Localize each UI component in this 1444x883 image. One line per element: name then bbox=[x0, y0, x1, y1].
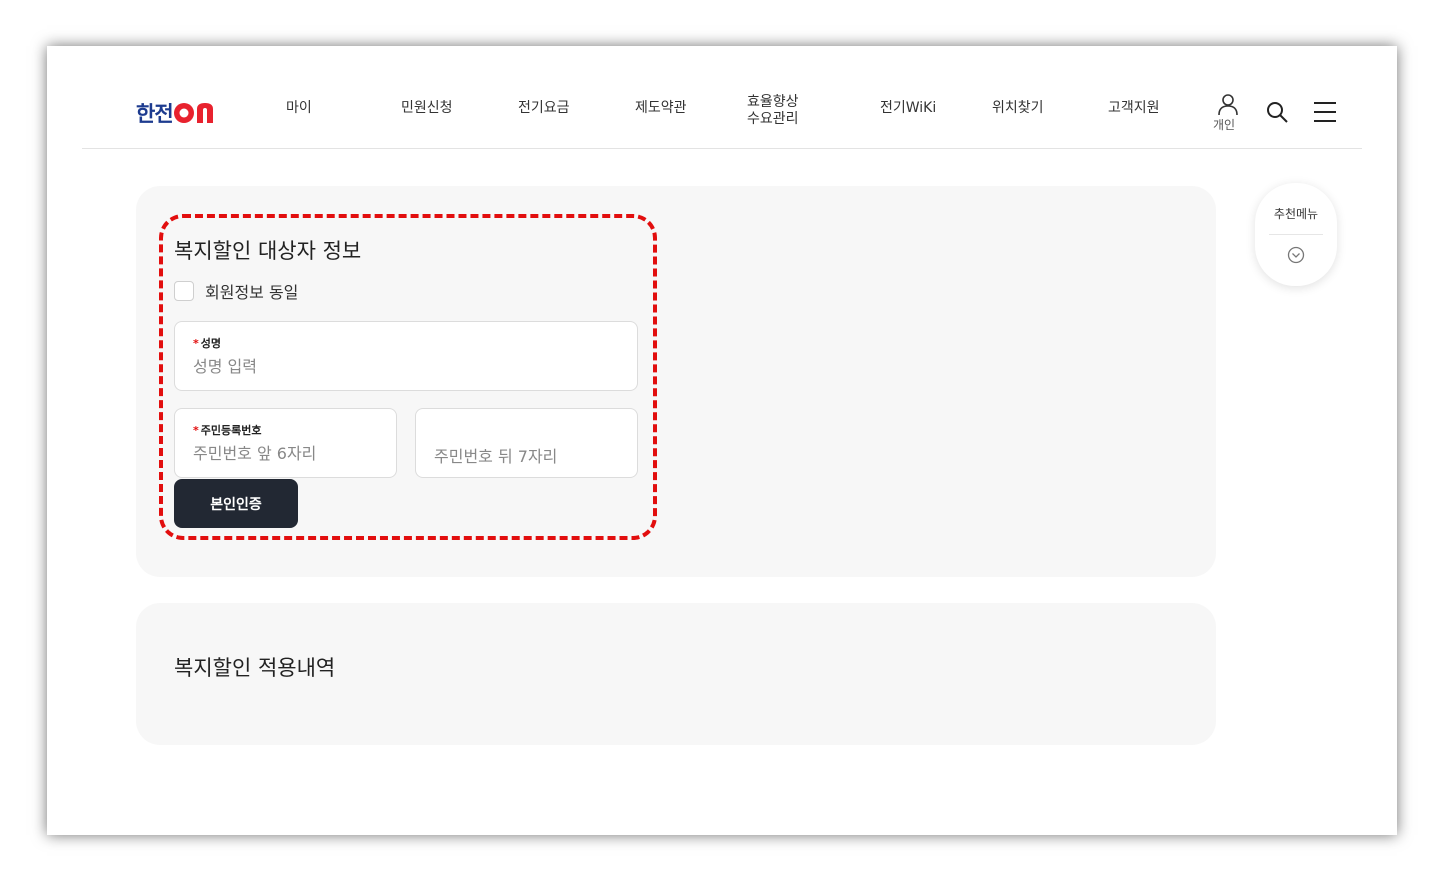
same-as-member-checkbox[interactable] bbox=[174, 281, 194, 301]
recommend-divider bbox=[1269, 234, 1323, 235]
nav-item-my[interactable]: 마이 bbox=[286, 100, 312, 117]
name-field-label: * 성명 bbox=[193, 337, 222, 350]
rrn-front-field[interactable]: * 주민등록번호 bbox=[174, 408, 397, 478]
nav-item-policy-terms[interactable]: 제도약관 bbox=[635, 100, 687, 117]
kepco-on-logo[interactable]: 한전 bbox=[136, 98, 221, 128]
logo-text: 한전 bbox=[136, 102, 174, 126]
name-input[interactable] bbox=[193, 357, 619, 376]
logo-on-mark bbox=[173, 103, 213, 123]
search-icon[interactable] bbox=[1265, 100, 1289, 128]
welfare-history-title: 복지할인 적용내역 bbox=[174, 656, 336, 680]
hamburger-menu-icon[interactable] bbox=[1313, 101, 1337, 127]
rrn-back-input[interactable] bbox=[434, 447, 619, 466]
nav-item-efficiency-line2: 수요관리 bbox=[747, 111, 799, 127]
rrn-back-field[interactable] bbox=[415, 408, 638, 478]
nav-item-efficiency-line1: 효율향상 bbox=[747, 94, 799, 110]
rrn-front-input[interactable] bbox=[193, 444, 378, 463]
recommend-menu-label: 추천메뉴 bbox=[1273, 207, 1319, 221]
welfare-target-title: 복지할인 대상자 정보 bbox=[174, 239, 362, 263]
rrn-field-label: * 주민등록번호 bbox=[193, 424, 262, 437]
nav-item-electric-wiki[interactable]: 전기WiKi bbox=[880, 100, 936, 117]
nav-item-electric-bill[interactable]: 전기요금 bbox=[518, 100, 570, 117]
user-label[interactable]: 개인 bbox=[1213, 116, 1235, 133]
browser-frame: 한전 마이 민원신청 전기요금 제도약관 효율향상 수요관리 전기WiKi 위치… bbox=[47, 46, 1397, 835]
recommend-menu-widget[interactable]: 추천메뉴 bbox=[1255, 183, 1337, 286]
header-divider bbox=[82, 148, 1362, 149]
same-as-member-label[interactable]: 회원정보 동일 bbox=[205, 279, 298, 303]
nav-item-efficiency[interactable]: 효율향상 수요관리 bbox=[747, 94, 799, 128]
nav-item-location[interactable]: 위치찾기 bbox=[992, 100, 1044, 117]
name-field[interactable]: * 성명 bbox=[174, 321, 638, 391]
chevron-down-circle-icon[interactable] bbox=[1287, 246, 1305, 268]
nav-item-customer-support[interactable]: 고객지원 bbox=[1108, 100, 1160, 117]
nav-item-civil-request[interactable]: 민원신청 bbox=[401, 100, 453, 117]
identity-verify-button[interactable]: 본인인증 bbox=[174, 479, 298, 528]
same-as-member-row[interactable]: 회원정보 동일 bbox=[174, 279, 298, 303]
